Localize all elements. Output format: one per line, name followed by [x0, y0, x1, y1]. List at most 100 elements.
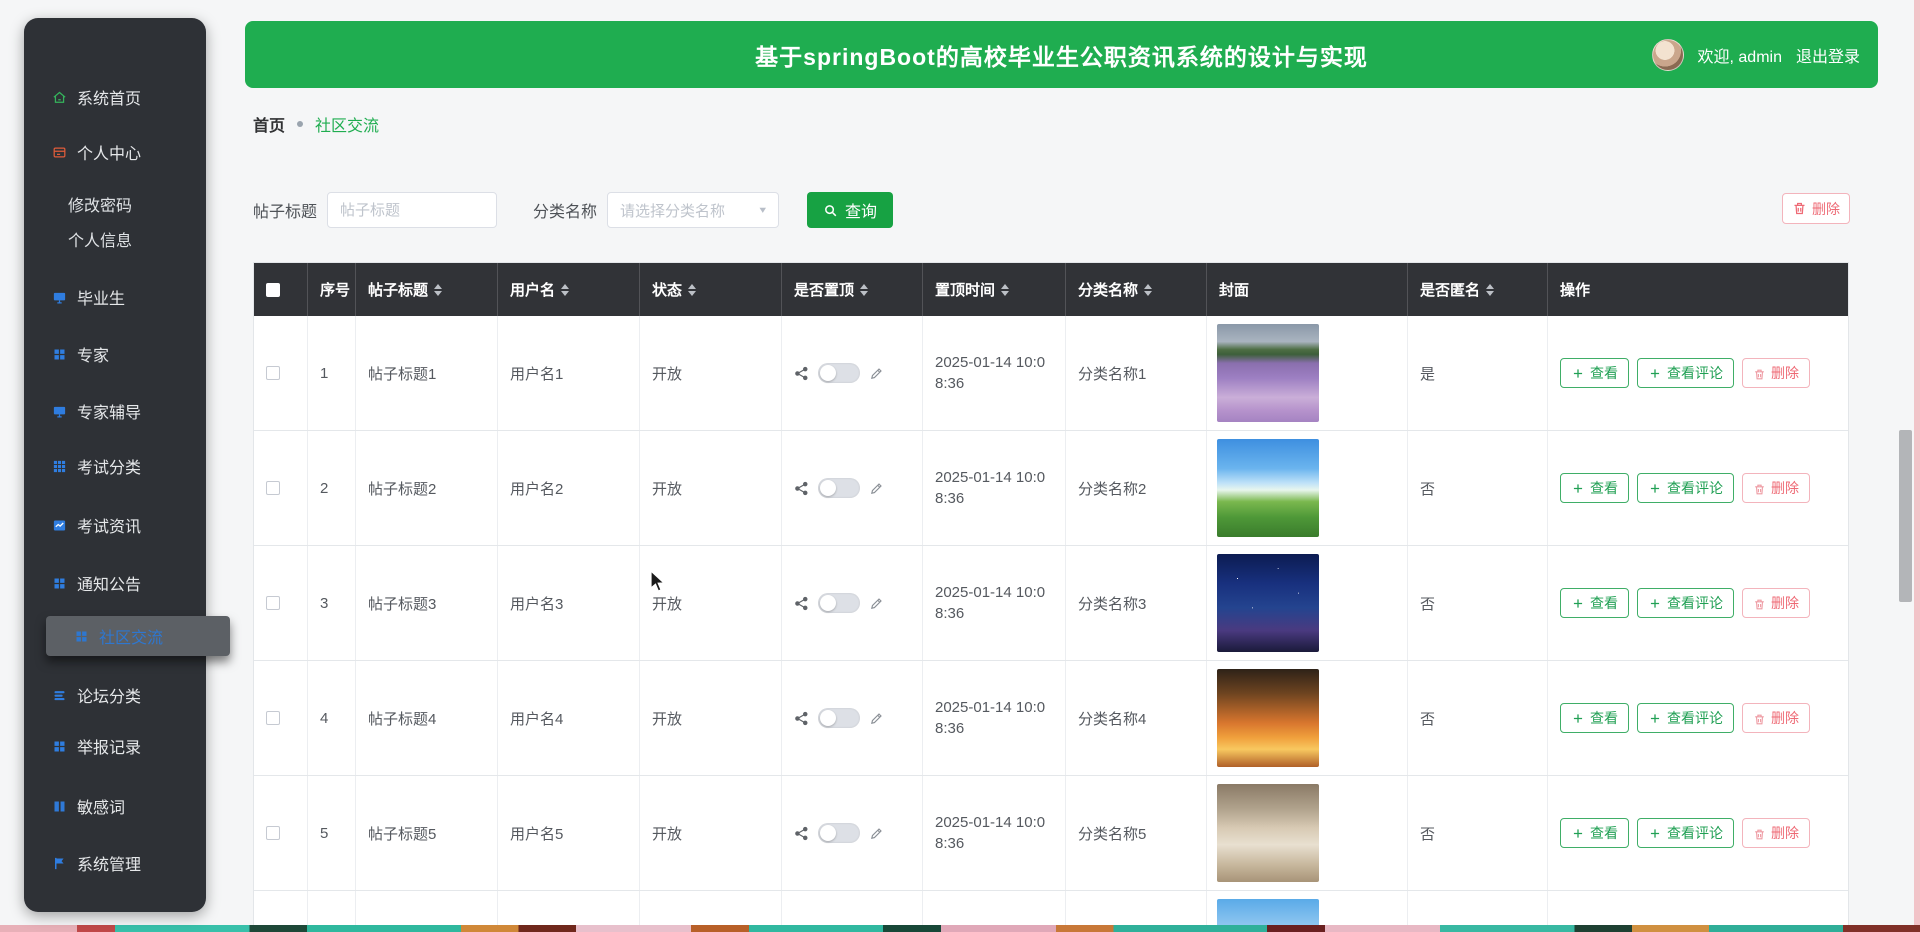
cover-image[interactable] [1217, 784, 1319, 882]
table-row: 3 帖子标题3 用户名3 开放 2025-01-14 10:08:36 分类名称… [254, 546, 1848, 661]
sidebar-item-0[interactable]: 系统首页 [24, 77, 206, 117]
cover-cell [1207, 661, 1408, 775]
cover-image[interactable] [1217, 899, 1319, 926]
sidebar-item-label: 系统管理 [77, 851, 141, 875]
pin-toggle[interactable] [818, 593, 860, 613]
pin-time: 2025-01-14 10:08:36 [923, 431, 1066, 545]
sidebar-item-10[interactable]: 社区交流 [46, 616, 230, 656]
pin-cell [782, 776, 923, 890]
screen-edge-artifact-right [1914, 0, 1920, 932]
column-header-1[interactable]: 帖子标题 [356, 263, 498, 316]
view-button[interactable]: 查看 [1560, 703, 1629, 733]
view-button[interactable]: 查看 [1560, 473, 1629, 503]
delete-button[interactable]: 删除 [1742, 818, 1810, 848]
sort-caret-icon[interactable] [1144, 284, 1152, 296]
cover-image[interactable] [1217, 324, 1319, 422]
sidebar-item-2[interactable]: 修改密码 [24, 184, 206, 224]
delete-button[interactable]: 删除 [1742, 588, 1810, 618]
bulk-delete-button[interactable]: 删除 [1782, 193, 1850, 224]
row-checkbox[interactable] [266, 711, 280, 725]
column-header-8[interactable]: 是否匿名 [1408, 263, 1548, 316]
sidebar-item-6[interactable]: 专家辅导 [24, 391, 206, 431]
column-header-4[interactable]: 是否置顶 [782, 263, 923, 316]
sort-caret-icon[interactable] [561, 284, 569, 296]
view-button[interactable]: 查看 [1560, 358, 1629, 388]
cover-image[interactable] [1217, 554, 1319, 652]
row-checkbox[interactable] [266, 826, 280, 840]
column-header-2[interactable]: 用户名 [498, 263, 640, 316]
sort-caret-icon[interactable] [688, 284, 696, 296]
cover-image[interactable] [1217, 439, 1319, 537]
logout-link[interactable]: 退出登录 [1796, 43, 1860, 67]
view-comments-button[interactable]: 查看评论 [1637, 588, 1734, 618]
sidebar-item-14[interactable]: 系统管理 [24, 843, 206, 883]
grid-icon [52, 347, 67, 362]
column-header-label: 是否匿名 [1420, 279, 1480, 300]
delete-button[interactable]: 删除 [1742, 473, 1810, 503]
column-header-label: 是否置顶 [794, 279, 854, 300]
view-comments-button[interactable]: 查看评论 [1637, 703, 1734, 733]
view-button[interactable]: 查看 [1560, 588, 1629, 618]
column-header-6[interactable]: 分类名称 [1066, 263, 1207, 316]
chevron-down-icon: ▾ [760, 204, 767, 217]
delete-button[interactable]: 删除 [1742, 358, 1810, 388]
row-checkbox[interactable] [266, 481, 280, 495]
sidebar-item-4[interactable]: 毕业生 [24, 277, 206, 317]
sidebar-item-7[interactable]: 考试分类 [24, 446, 206, 486]
sidebar-item-5[interactable]: 专家 [24, 334, 206, 374]
plus-icon [1571, 711, 1585, 725]
status: 开放 [640, 546, 782, 660]
sidebar-item-3[interactable]: 个人信息 [24, 219, 206, 259]
view-comments-button[interactable]: 查看评论 [1637, 358, 1734, 388]
pin-toggle[interactable] [818, 823, 860, 843]
pin-time: 2025-01-14 10:08:36 [923, 316, 1066, 430]
anonymous: 否 [1408, 661, 1548, 775]
row-checkbox-cell [254, 546, 308, 660]
plus-icon [1571, 596, 1585, 610]
anonymous [1408, 891, 1548, 926]
select-all-checkbox-cell [254, 263, 308, 316]
sidebar-item-8[interactable]: 考试资讯 [24, 505, 206, 545]
view-button[interactable]: 查看 [1560, 818, 1629, 848]
user-avatar[interactable] [1652, 39, 1684, 71]
select-all-checkbox[interactable] [266, 283, 280, 297]
sidebar-item-13[interactable]: 敏感词 [24, 786, 206, 826]
column-header-label: 状态 [652, 279, 682, 300]
row-checkbox[interactable] [266, 366, 280, 380]
pin-cell [782, 316, 923, 430]
sidebar-item-label: 通知公告 [77, 571, 141, 595]
column-header-3[interactable]: 状态 [640, 263, 782, 316]
search-button[interactable]: 查询 [807, 192, 893, 228]
pin-toggle[interactable] [818, 363, 860, 383]
sort-caret-icon[interactable] [860, 284, 868, 296]
pin-toggle[interactable] [818, 708, 860, 728]
pin-toggle[interactable] [818, 478, 860, 498]
delete-button[interactable]: 删除 [1742, 703, 1810, 733]
sort-caret-icon[interactable] [1486, 284, 1494, 296]
row-checkbox[interactable] [266, 596, 280, 610]
sort-caret-icon[interactable] [1001, 284, 1009, 296]
breadcrumb-home[interactable]: 首页 [253, 112, 285, 136]
sidebar-item-12[interactable]: 举报记录 [24, 726, 206, 766]
pin-time [923, 891, 1066, 926]
post-title-input[interactable] [327, 192, 497, 228]
cover-cell [1207, 891, 1408, 926]
table-row: 2 帖子标题2 用户名2 开放 2025-01-14 10:08:36 分类名称… [254, 431, 1848, 546]
view-comments-button[interactable]: 查看评论 [1637, 818, 1734, 848]
trash-icon [1753, 712, 1766, 725]
view-comments-button[interactable]: 查看评论 [1637, 473, 1734, 503]
username: 用户名2 [498, 431, 640, 545]
sort-caret-icon[interactable] [434, 284, 442, 296]
column-header-5[interactable]: 置顶时间 [923, 263, 1066, 316]
sidebar-item-1[interactable]: 个人中心 [24, 132, 206, 172]
sidebar-item-9[interactable]: 通知公告 [24, 563, 206, 603]
cover-image[interactable] [1217, 669, 1319, 767]
table-header-row: 序号 帖子标题 用户名 状态 是否置顶 置顶时间 分类名称 封面 是否匿名 操作 [254, 263, 1848, 316]
category-select[interactable]: 请选择分类名称 ▾ [607, 192, 779, 228]
sidebar-item-11[interactable]: 论坛分类 [24, 675, 206, 715]
sidebar-item-label: 毕业生 [77, 285, 125, 309]
vertical-scrollbar[interactable] [1899, 430, 1912, 602]
column-header-9: 操作 [1548, 263, 1848, 316]
trash-icon [1792, 201, 1807, 216]
username: 用户名3 [498, 546, 640, 660]
